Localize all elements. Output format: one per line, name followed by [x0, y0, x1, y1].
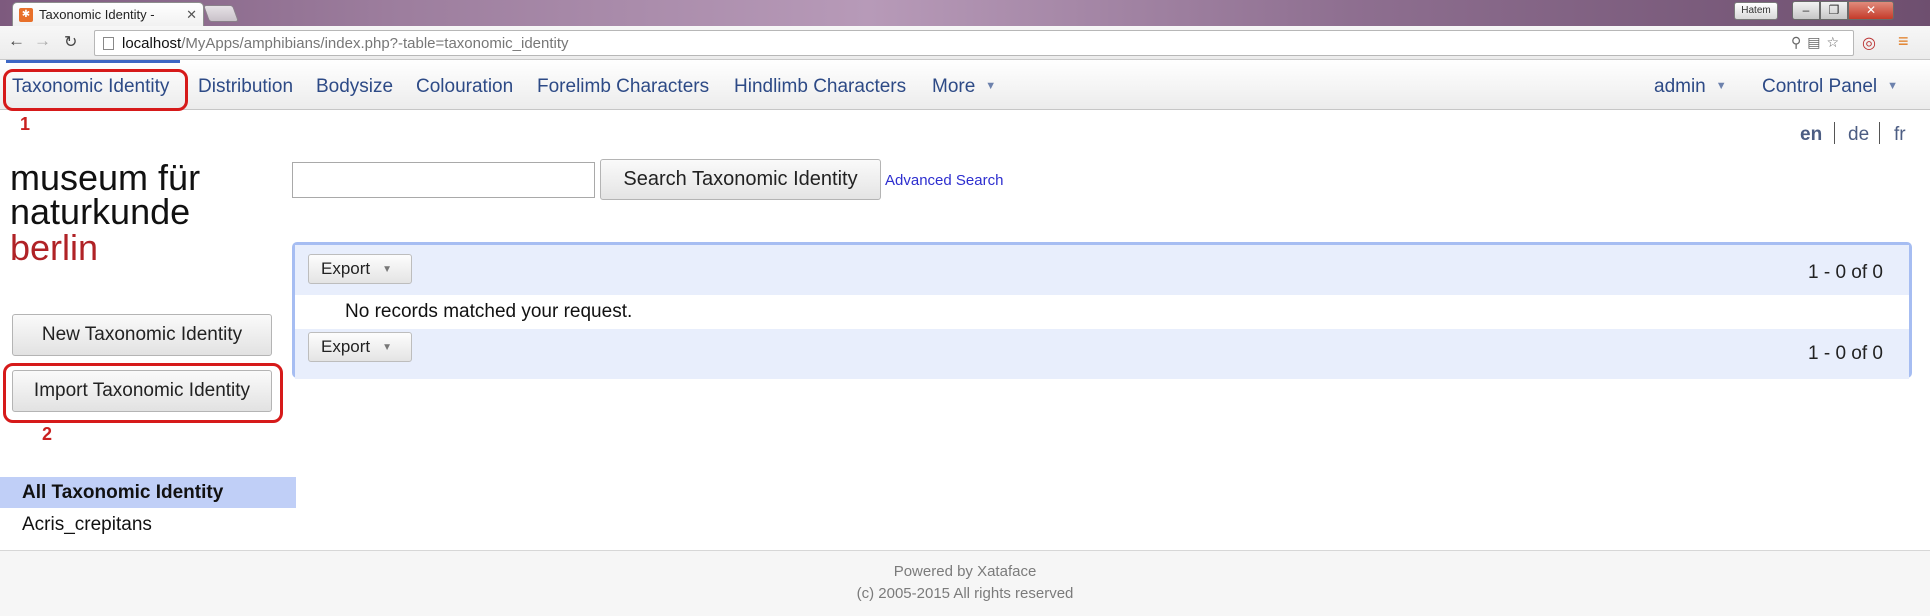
chevron-down-icon: ▼ [1887, 80, 1899, 92]
close-window-icon[interactable]: ✕ [1848, 1, 1894, 20]
tab-close-icon[interactable]: ✕ [186, 7, 197, 23]
pagination-summary-bottom: 1 - 0 of 0 [1808, 343, 1883, 364]
language-divider [1834, 122, 1835, 144]
reload-icon[interactable]: ↻ [64, 32, 77, 52]
browser-menu-icon[interactable]: ≡ [1898, 31, 1909, 52]
nav-more-menu[interactable]: More ▼ [932, 76, 996, 98]
nav-tab-bodysize[interactable]: Bodysize [316, 76, 393, 98]
address-bar[interactable]: localhost/MyApps/amphibians/index.php?-t… [94, 30, 1854, 56]
annotation-outline-1 [3, 69, 188, 111]
results-message-row: No records matched your request. [295, 295, 1909, 329]
zoom-icon[interactable]: ⚲ [1791, 34, 1807, 50]
nav-tab-forelimb-characters[interactable]: Forelimb Characters [537, 76, 709, 98]
search-input[interactable] [292, 162, 595, 198]
export-dropdown-bottom[interactable]: Export ▼ [308, 332, 412, 362]
admin-menu[interactable]: admin ▼ [1654, 76, 1727, 98]
active-tab-indicator [6, 60, 180, 63]
language-de[interactable]: de [1848, 124, 1869, 146]
page-icon [103, 36, 114, 50]
export-label: Export [321, 337, 371, 356]
nav-tab-hindlimb-characters[interactable]: Hindlimb Characters [734, 76, 906, 98]
browser-tab-active[interactable]: ✱ Taxonomic Identity - ✕ [12, 2, 204, 26]
sidebar-record-item[interactable]: Acris_crepitans [22, 514, 152, 536]
advanced-search-link[interactable]: Advanced Search [885, 172, 1003, 189]
control-panel-label: Control Panel [1762, 76, 1878, 97]
chevron-down-icon: ▼ [985, 80, 997, 92]
logo-line-2: naturkunde [10, 191, 191, 232]
nav-more-label: More [932, 76, 976, 97]
control-panel-menu[interactable]: Control Panel ▼ [1762, 76, 1898, 98]
results-header-row: Export ▼ 1 - 0 of 0 [295, 245, 1909, 295]
results-footer-row: Export ▼ 1 - 0 of 0 [295, 329, 1909, 379]
profile-badge[interactable]: Hatem [1734, 2, 1778, 20]
omnibox-icons: ⚲▤☆ [1791, 34, 1845, 51]
export-label: Export [321, 259, 371, 278]
bookmark-star-icon[interactable]: ☆ [1826, 34, 1845, 50]
minimize-window-icon[interactable]: – [1792, 1, 1820, 20]
new-record-button[interactable]: New Taxonomic Identity [12, 314, 272, 356]
logo-line-3: berlin [10, 227, 99, 268]
browser-tab-title: Taxonomic Identity - [39, 7, 155, 22]
admin-label: admin [1654, 76, 1706, 97]
browser-toolbar: ← → ↻ localhost/MyApps/amphibians/index.… [0, 26, 1930, 60]
chevron-down-icon: ▼ [382, 264, 393, 275]
language-en[interactable]: en [1800, 124, 1822, 146]
import-records-button[interactable]: Import Taxonomic Identity [12, 370, 272, 412]
nav-tab-distribution[interactable]: Distribution [198, 76, 293, 98]
address-url: localhost/MyApps/amphibians/index.php?-t… [122, 34, 569, 52]
maximize-window-icon[interactable]: ❐ [1820, 1, 1848, 20]
export-dropdown-top[interactable]: Export ▼ [308, 254, 412, 284]
empty-results-message: No records matched your request. [345, 301, 633, 322]
results-panel: Export ▼ 1 - 0 of 0 No records matched yo… [292, 242, 1912, 379]
new-tab-button[interactable] [202, 5, 240, 22]
page-footer: Powered by Xataface (c) 2005-2015 All ri… [0, 550, 1930, 616]
pagination-summary-top: 1 - 0 of 0 [1808, 262, 1883, 283]
annotation-number-2: 2 [42, 424, 53, 444]
xataface-favicon-icon: ✱ [19, 7, 33, 22]
search-button[interactable]: Search Taxonomic Identity [600, 159, 881, 200]
browser-titlebar: ✱ Taxonomic Identity - ✕ Hatem – ❐ ✕ [0, 0, 1930, 26]
app-navigation-bar: Taxonomic Identity Distribution Bodysize… [0, 60, 1930, 110]
extension-icon[interactable]: ◎ [1862, 33, 1876, 53]
language-fr[interactable]: fr [1894, 124, 1906, 146]
chevron-down-icon: ▼ [1715, 80, 1727, 92]
chevron-down-icon: ▼ [382, 342, 393, 353]
annotation-number-1: 1 [20, 114, 31, 134]
footer-powered-by: Powered by Xataface [893, 563, 1037, 580]
sidebar-all-records[interactable]: All Taxonomic Identity [0, 477, 296, 508]
back-arrow-icon[interactable]: ← [8, 31, 25, 51]
forward-arrow-icon[interactable]: → [34, 31, 51, 51]
translate-icon[interactable]: ▤ [1807, 34, 1826, 50]
nav-tab-colouration[interactable]: Colouration [416, 76, 513, 98]
language-divider [1879, 122, 1880, 144]
footer-copyright: (c) 2005-2015 All rights reserved [856, 585, 1074, 602]
